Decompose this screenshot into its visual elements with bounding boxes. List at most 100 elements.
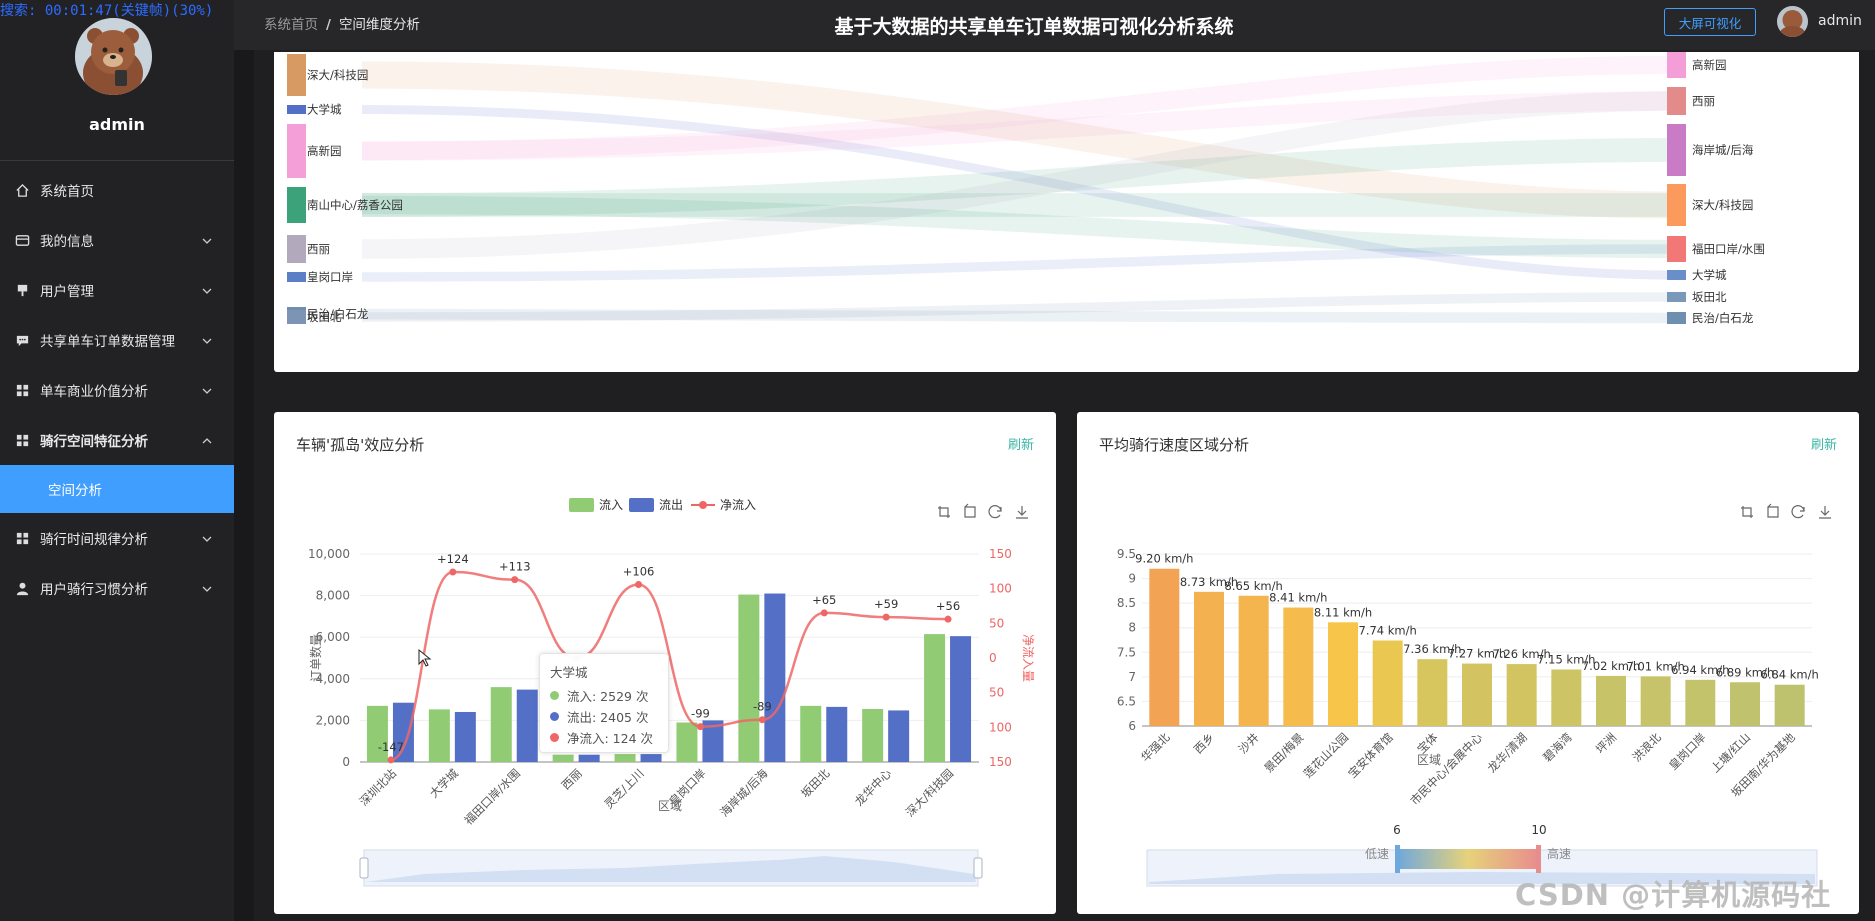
chevron-up-icon bbox=[202, 434, 212, 450]
bar-inflow bbox=[614, 754, 636, 762]
visual-map-bar bbox=[1397, 849, 1539, 869]
x-tick-label: 龙华/清湖 bbox=[1485, 730, 1530, 775]
bar-outflow bbox=[826, 706, 848, 762]
sidebar-item[interactable]: 空间分析 bbox=[0, 465, 234, 513]
speed-bar bbox=[1640, 676, 1671, 726]
sankey-node-left bbox=[287, 272, 306, 282]
y2-tick-label: 150 bbox=[989, 547, 1012, 561]
inflow-dot-icon bbox=[550, 691, 559, 700]
legend-label: 流出 bbox=[659, 498, 683, 512]
y-tick-label: 6 bbox=[1128, 719, 1136, 733]
sankey-node-label: 大学城 bbox=[1692, 268, 1727, 282]
sidebar-item-label: 我的信息 bbox=[40, 234, 94, 250]
net-inflow-point bbox=[449, 568, 457, 576]
sankey-node-left bbox=[287, 54, 306, 96]
net-inflow-label: +59 bbox=[874, 597, 898, 611]
speed-bar-label: 7.74 km/h bbox=[1359, 623, 1417, 637]
sidebar-item[interactable]: 我的信息 bbox=[0, 215, 234, 265]
island-refresh-button[interactable]: 刷新 bbox=[1008, 434, 1034, 453]
legend-label: 流入 bbox=[599, 498, 623, 512]
net-inflow-label: -89 bbox=[753, 700, 772, 714]
speed-bar bbox=[1149, 568, 1180, 726]
net-inflow-label: -147 bbox=[378, 740, 404, 754]
tooltip-outflow: 流出: 2405 次 bbox=[567, 710, 649, 725]
download-icon[interactable] bbox=[1819, 506, 1831, 519]
bar-inflow bbox=[490, 687, 512, 762]
bar-outflow bbox=[454, 711, 476, 762]
y2-tick-label: 50 bbox=[989, 616, 1004, 630]
x-tick-label: 坂田北 bbox=[798, 766, 833, 801]
sidebar-item[interactable]: 骑行时间规律分析 bbox=[0, 513, 234, 563]
y-axis-label: 订单数量 bbox=[308, 634, 323, 682]
avatar[interactable] bbox=[75, 18, 152, 95]
net-inflow-point bbox=[696, 723, 704, 731]
sidebar-item[interactable]: 用户管理 bbox=[0, 265, 234, 315]
restore-icon[interactable] bbox=[1791, 505, 1805, 519]
sidebar-item[interactable]: 骑行空间特征分析 bbox=[0, 415, 234, 465]
x-tick-label: 坪洲 bbox=[1593, 730, 1619, 756]
chevron-down-icon bbox=[202, 234, 212, 250]
sankey-node-label: 坂田北 bbox=[1692, 290, 1727, 304]
bar-outflow bbox=[888, 710, 910, 762]
y-tick-label: 8.5 bbox=[1117, 596, 1136, 610]
legend-swatch-outflow bbox=[629, 498, 654, 512]
legend-swatch-net-dot bbox=[699, 501, 707, 509]
speed-bar bbox=[1506, 664, 1537, 726]
y-tick-label: 7 bbox=[1128, 670, 1136, 684]
x-tick-label: 碧海湾 bbox=[1540, 730, 1575, 765]
y2-tick-label: 100 bbox=[989, 720, 1012, 734]
bar-outflow bbox=[764, 593, 786, 762]
icon-stroke bbox=[1741, 506, 1753, 518]
sidebar-item-label: 空间分析 bbox=[48, 483, 102, 499]
sidebar-item[interactable]: 系统首页 bbox=[0, 165, 234, 215]
speed-bar bbox=[1417, 659, 1448, 726]
speed-refresh-button[interactable]: 刷新 bbox=[1811, 434, 1837, 453]
download-icon[interactable] bbox=[1016, 506, 1028, 519]
sankey-node-left bbox=[287, 310, 306, 324]
header-avatar[interactable] bbox=[1777, 6, 1808, 37]
x-tick-label: 灵芝/上川 bbox=[602, 766, 647, 811]
toolbox bbox=[938, 503, 1028, 519]
sankey-node-right bbox=[1667, 184, 1686, 226]
header: 系统首页 / 空间维度分析 基于大数据的共享单车订单数据可视化分析系统 大屏可视化 … bbox=[234, 0, 1875, 50]
bar-outflow bbox=[578, 754, 600, 762]
y-tick-label: 0 bbox=[342, 755, 350, 769]
header-username[interactable]: admin bbox=[1818, 13, 1862, 29]
net-inflow-point bbox=[820, 609, 828, 617]
sankey-node-right bbox=[1667, 270, 1686, 280]
y-tick-label: 10,000 bbox=[308, 547, 350, 561]
zoom-in-icon[interactable] bbox=[938, 506, 950, 518]
bar-inflow bbox=[800, 705, 822, 762]
sidebar-item[interactable]: 单车商业价值分析 bbox=[0, 365, 234, 415]
speed-bar bbox=[1238, 595, 1269, 726]
net-inflow-point bbox=[944, 615, 952, 623]
net-inflow-label: +65 bbox=[812, 593, 836, 607]
zoom-in-icon[interactable] bbox=[1741, 506, 1753, 518]
sankey-node-label: 皇岗口岸 bbox=[307, 270, 353, 284]
speed-chart: 66.577.588.599.5 9.20 km/h华强北8.73 km/h西乡8… bbox=[1117, 503, 1831, 887]
visual-map-handle-high bbox=[1536, 845, 1541, 873]
tooltip-title: 大学城 bbox=[550, 665, 588, 680]
zoom-reset-icon[interactable] bbox=[1767, 503, 1779, 518]
restore-icon[interactable] bbox=[988, 505, 1002, 519]
user-icon bbox=[14, 580, 30, 596]
bar-inflow bbox=[862, 708, 884, 762]
chart-tooltip: 大学城 流入: 2529 次 流出: 2405 次 净流入: 124 次 bbox=[539, 653, 669, 753]
y-tick-label: 2,000 bbox=[316, 713, 350, 727]
zoom-reset-icon[interactable] bbox=[964, 503, 976, 518]
sankey-node-label: 大学城 bbox=[307, 103, 342, 117]
sidebar-item[interactable]: 共享单车订单数据管理 bbox=[0, 315, 234, 365]
bigscreen-button[interactable]: 大屏可视化 bbox=[1664, 8, 1756, 36]
sidebar-item-label: 单车商业价值分析 bbox=[40, 384, 148, 400]
recording-overlay: 搜索: 00:01:47(关键帧)(30%) bbox=[0, 3, 214, 19]
sidebar-menu: 系统首页我的信息用户管理 共享单车订单数据管理单车商业价值分析骑行空间特征分析空间… bbox=[0, 165, 234, 613]
sankey-node-right bbox=[1667, 236, 1686, 262]
bar-inflow bbox=[924, 634, 946, 762]
icon-stroke bbox=[938, 506, 950, 518]
sankey-node-left bbox=[287, 187, 306, 223]
bar-outflow bbox=[950, 636, 972, 762]
icon-stroke bbox=[964, 503, 976, 518]
x-tick-label: 西乡 bbox=[1191, 730, 1217, 756]
sidebar-item[interactable]: 用户骑行习惯分析 bbox=[0, 563, 234, 613]
net-inflow-label: -99 bbox=[691, 707, 710, 721]
